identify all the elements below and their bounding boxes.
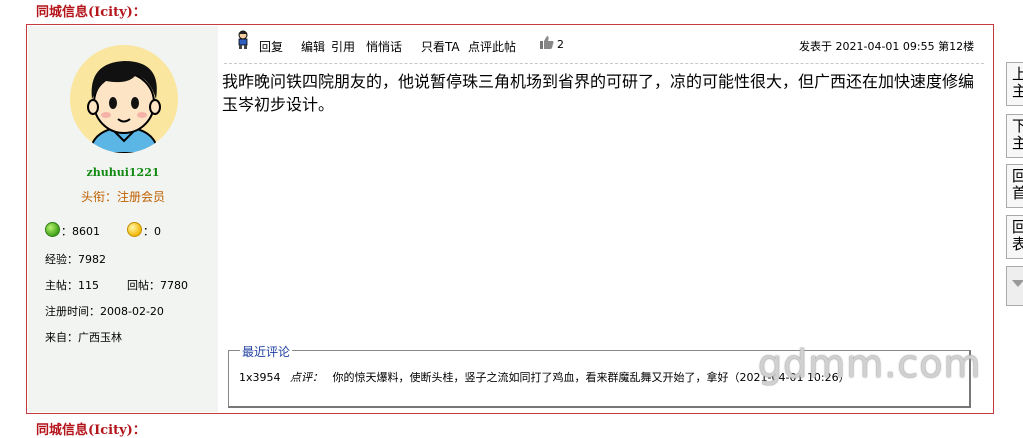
back-to-list-button[interactable]: 回表 — [1006, 215, 1023, 259]
chevron-down-icon — [1012, 280, 1023, 287]
whisper-button[interactable]: 悄悄话 — [366, 38, 402, 55]
avatar-cartoon-icon — [70, 45, 178, 153]
only-ta-button[interactable]: 只看TA — [421, 38, 460, 55]
reply-person-icon[interactable] — [236, 30, 250, 53]
rate-post-button[interactable]: 点评此帖 — [468, 38, 516, 55]
user-sidebar: zhuhui1221 头衔：注册会员 ：8601 ：0 经验：7982 主帖：1… — [28, 26, 218, 412]
back-to-first-button[interactable]: 回首 — [1006, 164, 1023, 208]
user-rank: 头衔：注册会员 — [80, 190, 165, 204]
username[interactable]: zhuhui1221 — [28, 166, 218, 179]
reply-button[interactable]: 回复 — [259, 38, 283, 55]
green-orb-icon — [45, 222, 60, 237]
thumbs-up-icon[interactable] — [540, 36, 554, 52]
comment-text: 你的惊天爆料，使断头桂，竖子之流如同打了鸡血，看来群魔乱舞又开始了，拿好 — [332, 371, 729, 384]
toolbar-divider — [224, 63, 984, 64]
next-thread-button[interactable]: 下主 — [1006, 114, 1023, 158]
next-section-title: 同城信息(Icity)： — [36, 423, 146, 438]
prev-thread-button[interactable]: 上主 — [1006, 62, 1023, 106]
post-card: zhuhui1221 头衔：注册会员 ：8601 ：0 经验：7982 主帖：1… — [26, 24, 994, 414]
post-meta: 发表于 2021-04-01 09:55 第12楼 — [799, 40, 975, 53]
like-count: 2 — [557, 38, 564, 51]
edit-button[interactable]: 编辑 — [301, 38, 325, 55]
user-location: 来自：广西玉林 — [45, 331, 122, 344]
user-threads: 主帖：115 — [45, 279, 99, 292]
yellow-points: ：0 — [127, 222, 161, 239]
post-content: 回复 编辑 引用 悄悄话 只看TA 点评此帖 2 发表于 2021-04-01 … — [218, 25, 993, 413]
yellow-orb-icon — [127, 222, 142, 237]
recent-comments-title: 最近评论 — [240, 343, 293, 360]
user-exp: 经验：7982 — [45, 253, 106, 266]
scroll-down-button[interactable] — [1006, 266, 1023, 306]
comment-item: 1x3954 点评： 你的惊天爆料，使断头桂，竖子之流如同打了鸡血，看来群魔乱舞… — [239, 367, 964, 389]
comment-user[interactable]: 1x3954 — [239, 371, 281, 384]
user-replies: 回帖：7780 — [127, 279, 188, 292]
post-body: 我昨晚问铁四院朋友的，他说暂停珠三角机场到省界的可研了，凉的可能性很大，但广西还… — [222, 72, 975, 114]
recent-comments: 最近评论 1x3954 点评： 你的惊天爆料，使断头桂，竖子之流如同打了鸡血，看… — [228, 343, 971, 408]
avatar[interactable] — [70, 45, 178, 153]
comment-verb: 点评： — [290, 371, 324, 384]
green-points: ：8601 — [45, 222, 100, 239]
section-title: 同城信息(Icity)： — [36, 5, 146, 20]
post-toolbar: 回复 编辑 引用 悄悄话 只看TA 点评此帖 2 发表于 2021-04-01 … — [218, 25, 993, 59]
quote-button[interactable]: 引用 — [331, 38, 355, 55]
user-registered: 注册时间：2008-02-20 — [45, 305, 164, 318]
comment-time: （2021-04-01 10:26） — [728, 371, 850, 384]
